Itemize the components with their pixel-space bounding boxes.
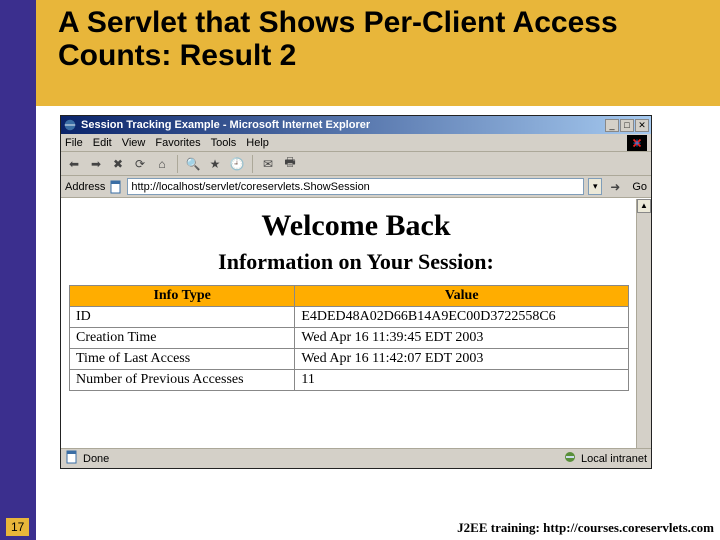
page-icon <box>65 450 79 467</box>
page-heading: Welcome Back <box>69 209 643 243</box>
maximize-button[interactable]: □ <box>620 119 634 132</box>
cell-value: Wed Apr 16 11:42:07 EDT 2003 <box>295 349 629 370</box>
cell-key: Time of Last Access <box>70 349 295 370</box>
menu-file[interactable]: File <box>65 137 83 149</box>
toolbar: ⬅ ➡ ✖ ⟳ ⌂ 🔍 ★ 🕘 ✉ 🖶 <box>61 152 651 176</box>
page-content: ▲ Welcome Back Information on Your Sessi… <box>61 198 651 448</box>
home-button[interactable]: ⌂ <box>153 155 171 173</box>
window-title: Session Tracking Example - Microsoft Int… <box>81 119 605 131</box>
browser-window: Session Tracking Example - Microsoft Int… <box>60 115 652 469</box>
go-label[interactable]: Go <box>632 181 647 193</box>
print-button[interactable]: 🖶 <box>281 155 299 173</box>
favorites-button[interactable]: ★ <box>206 155 224 173</box>
zone-icon <box>563 450 577 467</box>
col-header-value: Value <box>295 286 629 307</box>
cell-value: 11 <box>295 370 629 391</box>
menu-favorites[interactable]: Favorites <box>155 137 200 149</box>
menu-bar: File Edit View Favorites Tools Help <box>61 134 651 152</box>
close-button[interactable]: ✕ <box>635 119 649 132</box>
window-titlebar[interactable]: Session Tracking Example - Microsoft Int… <box>61 116 651 134</box>
status-bar: Done Local intranet <box>61 448 651 468</box>
cell-key: ID <box>70 307 295 328</box>
menu-help[interactable]: Help <box>246 137 269 149</box>
cell-value: E4DED48A02D66B14A9EC00D3722558C6 <box>295 307 629 328</box>
menu-view[interactable]: View <box>122 137 146 149</box>
stop-button[interactable]: ✖ <box>109 155 127 173</box>
address-bar: Address ▾ ➜ Go <box>61 176 651 198</box>
scroll-up-icon[interactable]: ▲ <box>637 199 651 213</box>
slide-number: 17 <box>6 518 29 536</box>
slide-title-band: A Servlet that Shows Per-Client Access C… <box>36 0 720 106</box>
back-button[interactable]: ⬅ <box>65 155 83 173</box>
history-button[interactable]: 🕘 <box>228 155 246 173</box>
scrollbar-vertical[interactable]: ▲ <box>636 199 651 448</box>
forward-button[interactable]: ➡ <box>87 155 105 173</box>
page-subheading: Information on Your Session: <box>69 249 643 275</box>
address-label: Address <box>65 181 105 193</box>
page-icon <box>109 180 123 194</box>
table-row: Time of Last Access Wed Apr 16 11:42:07 … <box>70 349 629 370</box>
separator-icon <box>252 155 253 173</box>
go-icon[interactable]: ➜ <box>606 178 624 196</box>
col-header-infotype: Info Type <box>70 286 295 307</box>
slide-left-bar <box>0 0 36 540</box>
table-row: Creation Time Wed Apr 16 11:39:45 EDT 20… <box>70 328 629 349</box>
refresh-button[interactable]: ⟳ <box>131 155 149 173</box>
session-table: Info Type Value ID E4DED48A02D66B14A9EC0… <box>69 285 629 391</box>
throbber-icon <box>627 135 647 151</box>
menu-tools[interactable]: Tools <box>211 137 237 149</box>
minimize-button[interactable]: _ <box>605 119 619 132</box>
mail-button[interactable]: ✉ <box>259 155 277 173</box>
search-button[interactable]: 🔍 <box>184 155 202 173</box>
slide-footer: J2EE training: http://courses.coreservle… <box>457 520 714 536</box>
slide-title: A Servlet that Shows Per-Client Access C… <box>58 6 706 72</box>
cell-key: Number of Previous Accesses <box>70 370 295 391</box>
cell-key: Creation Time <box>70 328 295 349</box>
table-row: ID E4DED48A02D66B14A9EC00D3722558C6 <box>70 307 629 328</box>
cell-value: Wed Apr 16 11:39:45 EDT 2003 <box>295 328 629 349</box>
url-input[interactable] <box>127 178 584 195</box>
zone-text: Local intranet <box>581 453 647 465</box>
ie-icon <box>63 118 77 132</box>
separator-icon <box>177 155 178 173</box>
menu-edit[interactable]: Edit <box>93 137 112 149</box>
table-row: Number of Previous Accesses 11 <box>70 370 629 391</box>
status-text: Done <box>83 453 109 465</box>
url-dropdown[interactable]: ▾ <box>588 178 602 195</box>
